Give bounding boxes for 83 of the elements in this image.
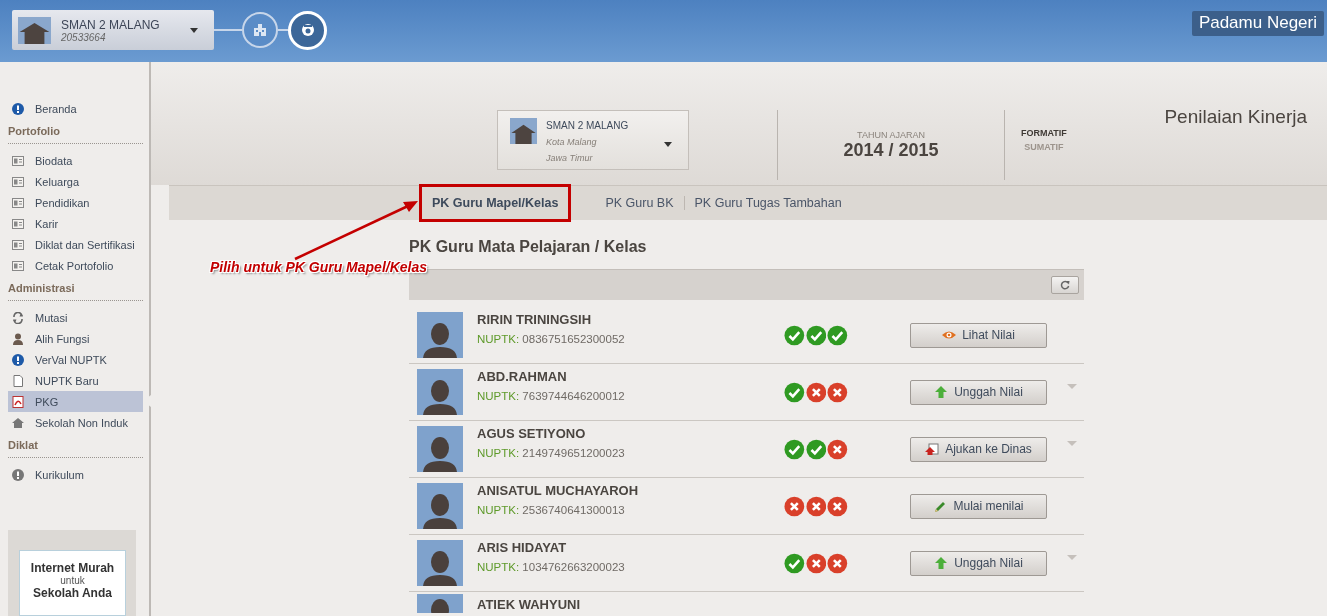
teacher-name: AGUS SETIYONO [477,426,587,441]
sidebar-item[interactable]: Alih Fungsi [8,328,143,349]
id-card-icon [12,259,24,272]
ad-headline: Sekolah Anda [33,586,112,600]
sidebar-item[interactable]: Sekolah Non Induk [8,412,143,433]
section-heading: Diklat [8,438,143,458]
badge-icon [299,22,316,38]
section-title: PK Guru Mata Pelajaran / Kelas [409,238,648,256]
sidebar-item[interactable]: Keluarga [8,171,143,192]
info-icon [12,353,24,366]
id-card-icon [12,217,24,230]
nuptk-number: NUPTK: 0836751652300052 [477,333,626,345]
document-icon [12,374,24,387]
app-title: Padamu Negeri [1191,10,1324,36]
sidebar-item[interactable]: Diklat dan Sertifikasi [8,234,143,255]
up-arrow-icon [934,386,949,398]
ad-headline: Internet Murah [30,561,115,575]
nuptk-number: NUPTK: 2149749651200023 [477,447,626,459]
sidebar-item[interactable]: Kurikulum [8,464,143,485]
school-name: SMAN 2 MALANG [546,119,630,133]
school-province: Jawa Timur [546,152,594,165]
pdf-icon [12,395,24,408]
school-code: 20533664 [61,31,107,43]
eye-icon [942,329,957,341]
id-card-icon [12,175,24,188]
pencil-icon [933,500,948,512]
page-title: Penilaian Kinerja [1164,106,1307,128]
id-card-icon [12,238,24,251]
teacher-name: ANISATUL MUCHAYAROH [477,483,640,498]
sidebar-item[interactable]: Pendidikan [8,192,143,213]
ad-card[interactable]: Internet Murah untuk Sekolah Anda [19,550,126,616]
caret-icon [190,27,198,33]
school-selector[interactable]: SMAN 2 MALANG 20533664 [12,10,214,50]
exclamation-icon [12,468,24,481]
step-button[interactable] [242,12,278,48]
sidebar-item[interactable]: Biodata [8,150,143,171]
school-city: Kota Malang [546,136,598,149]
up-arrow-icon [934,557,949,569]
year-label: TAHUN AJARAN [857,130,925,140]
id-card-icon [12,196,24,209]
section-heading: Administrasi [8,281,143,301]
caret-icon [664,142,672,147]
sidebar-item[interactable]: VerVal NUPTK [8,349,143,370]
ad-text: untuk [60,575,85,586]
house-icon [12,416,24,429]
dropdown-caret-icon[interactable] [1067,383,1077,389]
action-button[interactable]: Lihat Nilai [910,322,1047,348]
teacher-name: ATIEK WAHYUNI [477,597,582,612]
tab[interactable]: PK Guru Mapel/Kelas [419,184,572,222]
sidebar-item[interactable]: Cetak Portofolio [8,255,143,276]
nuptk-number: NUPTK: 7639744646200012 [477,390,626,402]
tab[interactable]: PK Guru BK [595,196,684,210]
section-heading: Portofolio [8,124,143,144]
refresh-icon [12,311,24,324]
school-selector[interactable]: SMAN 2 MALANG Kota Malang Jawa Timur [497,110,689,170]
sidebar-item[interactable]: Mutasi [8,307,143,328]
teacher-name: ARIS HIDAYAT [477,540,568,555]
refresh-icon [1060,280,1070,290]
person-icon [12,332,24,345]
refresh-button[interactable] [1051,276,1079,294]
building-icon [252,22,268,38]
nuptk-number: NUPTK: 2536740641300013 [477,504,626,516]
action-button[interactable]: Unggah Nilai [910,379,1047,405]
upload-document-icon [925,443,940,455]
sidebar-item[interactable]: NUPTK Baru [8,370,143,391]
school-name: SMAN 2 MALANG [61,17,161,32]
annotation-text: Pilih untuk PK Guru Mapel/Kelas [210,259,428,275]
sidebar-item[interactable]: Karir [8,213,143,234]
teacher-name: ABD.RAHMAN [477,369,568,384]
action-button[interactable]: Ajukan ke Dinas [910,436,1047,462]
school-building-icon [510,122,537,144]
info-icon [12,102,24,115]
id-card-icon [12,154,24,167]
sidebar-item[interactable]: Beranda [8,98,143,119]
tab[interactable]: PK Guru Tugas Tambahan [683,196,852,210]
dropdown-caret-icon[interactable] [1067,440,1077,446]
dropdown-caret-icon[interactable] [1067,554,1077,560]
action-button[interactable]: Unggah Nilai [910,550,1047,576]
academic-year: 2014 / 2015 [843,140,939,161]
action-button[interactable]: Mulai menilai [910,493,1047,519]
mode-option[interactable]: FORMATIF [1021,126,1067,140]
nuptk-number: NUPTK: 1034762663200023 [477,561,626,573]
teacher-name: RIRIN TRININGSIH [477,312,593,327]
